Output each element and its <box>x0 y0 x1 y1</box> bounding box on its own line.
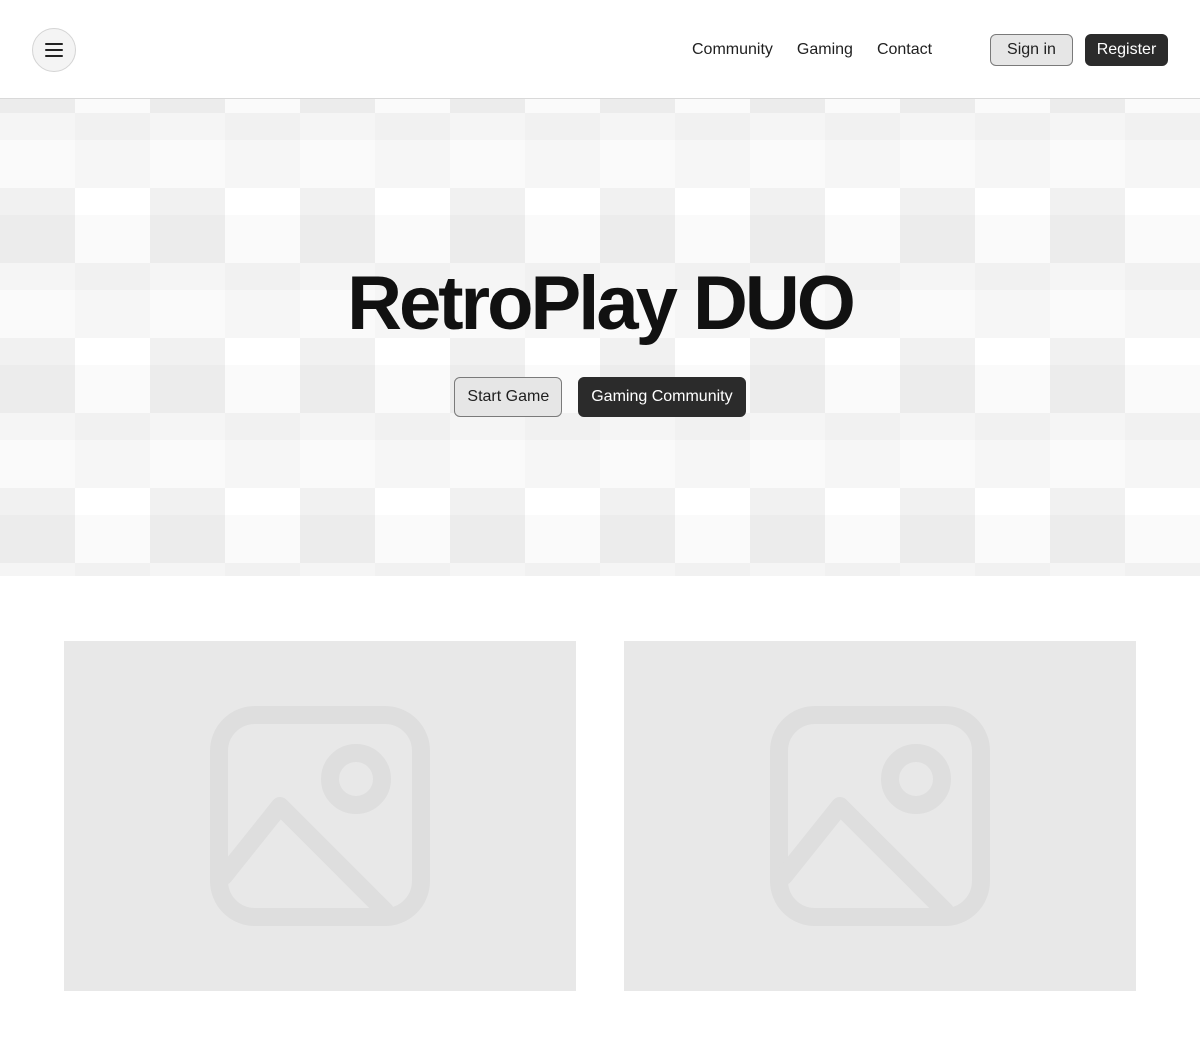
hero-section: RetroPlay DUO Start Game Gaming Communit… <box>0 99 1200 576</box>
register-button[interactable]: Register <box>1085 34 1168 66</box>
sign-in-button[interactable]: Sign in <box>990 34 1073 66</box>
top-navbar: Community Gaming Contact Sign in Registe… <box>0 0 1200 99</box>
gaming-community-button[interactable]: Gaming Community <box>578 377 746 417</box>
menu-button[interactable] <box>32 28 76 72</box>
gallery-image-placeholder <box>624 641 1136 991</box>
nav-link-contact[interactable]: Contact <box>865 40 944 60</box>
nav-link-community[interactable]: Community <box>680 40 785 60</box>
hero-title: RetroPlay DUO <box>347 261 856 346</box>
gallery-image-placeholder <box>64 641 576 991</box>
nav-link-gaming[interactable]: Gaming <box>785 40 865 60</box>
image-placeholder-icon <box>210 706 430 926</box>
image-placeholder-icon <box>770 706 990 926</box>
start-game-button[interactable]: Start Game <box>454 377 563 417</box>
hero-actions: Start Game Gaming Community <box>0 377 1200 417</box>
primary-nav: Community Gaming Contact <box>680 0 944 99</box>
hamburger-menu-icon <box>45 43 63 57</box>
